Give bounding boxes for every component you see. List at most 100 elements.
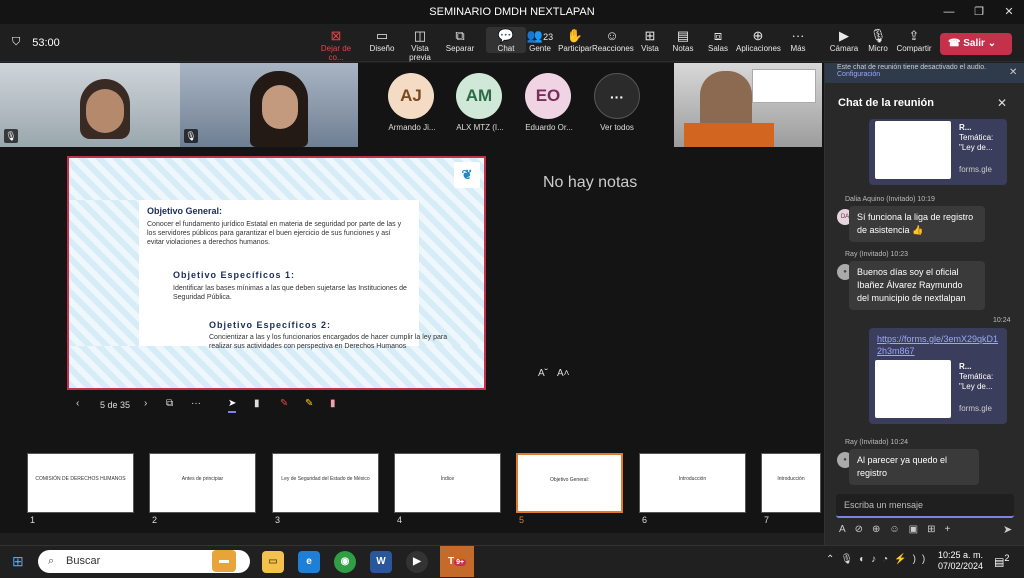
thumbnail-7[interactable]: Introducción	[761, 453, 821, 513]
file-explorer-icon[interactable]: ▭	[262, 551, 284, 573]
author-dalia: Dalia Aquino (Invitado)	[845, 196, 916, 203]
mic-button[interactable]: 🎙 Micro	[858, 27, 898, 53]
taskbar-clock[interactable]: 10:25 a. m. 07/02/2024	[938, 550, 983, 572]
slide-heading-specific-1: Objetivo Específicos 1:	[173, 270, 296, 280]
more-button[interactable]: ··· Más	[778, 27, 818, 53]
layout-icon: ▭	[375, 28, 389, 43]
popout-button[interactable]: ⧉ Separar	[440, 27, 480, 53]
avatar-eo[interactable]: EO	[525, 73, 571, 119]
settings-link[interactable]: Configuración	[837, 71, 1013, 78]
mic-muted-icon: 🎙	[4, 129, 18, 143]
slide-more-icon[interactable]: ···	[191, 398, 201, 409]
chat-title: Chat de la reunión	[838, 97, 934, 109]
mic-icon: 🎙	[869, 28, 887, 43]
slide-text-specific-2: Concientizar a las y los funcionarios en…	[209, 334, 448, 350]
slide-text-general: Conocer el fundamento jurídico Estatal e…	[147, 221, 402, 246]
notes-button[interactable]: ▤ Notas	[663, 27, 703, 53]
word-icon[interactable]: W	[370, 551, 392, 573]
notes-empty: No hay notas	[543, 174, 638, 191]
slide-heading-general: Objetivo General:	[147, 206, 223, 216]
see-all-label: Ver todos	[600, 123, 634, 132]
avatar-aj[interactable]: AJ	[388, 73, 434, 119]
teams-icon[interactable]: T 9+	[440, 546, 474, 577]
forms-link[interactable]: https://forms.gle/3emX29qkD12h3m867	[877, 333, 999, 357]
share-icon: ⇪	[908, 28, 920, 43]
shield-icon: ⛉	[12, 36, 21, 48]
rooms-icon: ⧈	[713, 28, 723, 43]
message-input[interactable]: Escriba un mensaje	[836, 494, 1014, 518]
face	[262, 85, 298, 129]
layout-button[interactable]: ▭ Diseño	[362, 27, 402, 53]
participant-video-2[interactable]: 🎙	[180, 63, 358, 147]
slide-pattern-bottom	[69, 346, 484, 388]
face	[86, 89, 124, 133]
slide-pattern-left	[69, 200, 139, 346]
mic-muted-icon: 🎙	[184, 129, 198, 143]
window-title: SEMINARIO DMDH NEXTLAPAN	[429, 6, 595, 18]
chat-message-link[interactable]: https://forms.gle/3emX29qkD12h3m867 R...…	[869, 328, 1007, 424]
red-pen-icon[interactable]: ✎	[280, 398, 288, 409]
thumbnail-6[interactable]: Introducción	[639, 453, 746, 513]
participant-video-1[interactable]: 🎙	[0, 63, 180, 147]
chat-audio-banner: Este chat de reunión tiene desactivado e…	[825, 63, 1024, 83]
next-slide-button[interactable]: ›	[144, 398, 147, 409]
close-chat-icon[interactable]: ✕	[997, 96, 1007, 110]
preview-button[interactable]: ◫ Vista previa	[400, 27, 440, 62]
media-player-icon[interactable]: ▶	[406, 551, 428, 573]
eraser-pink-icon[interactable]: ▮	[330, 398, 336, 409]
share-button[interactable]: ⇪ Compartir	[894, 27, 934, 53]
reactions-button[interactable]: ☺ Reacciones	[592, 27, 634, 53]
slide-text-specific-1: Identificar las bases mínimas a las que …	[173, 285, 407, 301]
apps-button[interactable]: ⊕ Aplicaciones	[736, 27, 781, 53]
phone-hangup-icon: ☎	[948, 38, 964, 49]
raise-hand-button[interactable]: ✋ Participar	[555, 27, 595, 53]
prev-slide-button[interactable]: ‹	[76, 398, 79, 409]
stop-sharing-button[interactable]: ⊠ Dejar de co...	[316, 27, 356, 62]
stop-share-icon: ⊠	[330, 28, 342, 43]
more-participants-icon[interactable]: ···	[594, 73, 640, 119]
close-banner-icon[interactable]: ✕	[1009, 67, 1017, 78]
compose-tools[interactable]: A⊘⊕☺▣⊞+	[839, 524, 959, 535]
more-icon: ···	[791, 28, 805, 43]
notes-icon: ▤	[676, 28, 690, 43]
slide-pattern-right	[419, 200, 484, 346]
chat-message-1: Sí funciona la liga de registro de asist…	[849, 206, 985, 242]
rooms-button[interactable]: ⧈ Salas	[698, 27, 738, 53]
font-increase-button[interactable]: A˄	[557, 368, 570, 379]
thumbnail-3[interactable]: Ley de Seguridad del Estado de México	[272, 453, 379, 513]
close-window-button[interactable]: ✕	[994, 0, 1024, 24]
system-tray-icons[interactable]: ⌃🎙◐♪◔⚡))	[826, 554, 931, 565]
minimize-button[interactable]: —	[934, 0, 964, 24]
font-decrease-button[interactable]: A˘	[538, 368, 548, 379]
slide-heading-specific-2: Objetivo Específicos 2:	[209, 320, 332, 330]
slide-grid-icon[interactable]: ⧉	[166, 398, 173, 409]
hand-icon: ✋	[566, 28, 584, 43]
thumbnail-5-selected[interactable]: Objetivo General:	[516, 453, 623, 513]
briefcase-icon[interactable]: ▬	[212, 550, 236, 572]
title-bar: SEMINARIO DMDH NEXTLAPAN — ❐ ✕	[0, 0, 1024, 24]
popout-icon: ⧉	[455, 28, 465, 43]
leave-button[interactable]: ☎ Salir ⌄	[940, 33, 1012, 55]
notification-icon[interactable]: ▤2	[994, 553, 1010, 569]
people-button[interactable]: 👥23 Gente	[520, 27, 560, 53]
chat-message-2: Buenos días soy el oficial Ibañez Álvare…	[849, 261, 985, 310]
send-icon[interactable]: ➤	[1003, 523, 1012, 536]
chrome-icon[interactable]: ◉	[334, 551, 356, 573]
eraser-icon[interactable]: ▮	[254, 398, 260, 409]
windows-start-icon[interactable]: ⊞	[12, 553, 24, 570]
restore-button[interactable]: ❐	[964, 0, 994, 24]
chat-message-3: Al parecer ya quedo el registro	[849, 449, 979, 485]
banner-in-video	[752, 69, 816, 103]
form-card-top[interactable]: R... Temática: "Ley de... forms.gle	[869, 119, 1007, 185]
people-icon: 👥	[526, 28, 544, 43]
thumbnail-1[interactable]: COMISIÓN DE DERECHOS HUMANOS	[27, 453, 134, 513]
highlighter-icon[interactable]: ✎	[305, 398, 313, 409]
thumbnail-2[interactable]: Antes de principiar	[149, 453, 256, 513]
presenter-video[interactable]	[674, 63, 822, 147]
pointer-tool-icon[interactable]: ➤	[228, 398, 237, 413]
edge-icon[interactable]: e	[298, 551, 320, 573]
slide-pattern-top	[69, 158, 484, 200]
thumbnail-4[interactable]: Índice	[394, 453, 501, 513]
form-preview-image	[875, 121, 951, 179]
avatar-am[interactable]: AM	[456, 73, 502, 119]
